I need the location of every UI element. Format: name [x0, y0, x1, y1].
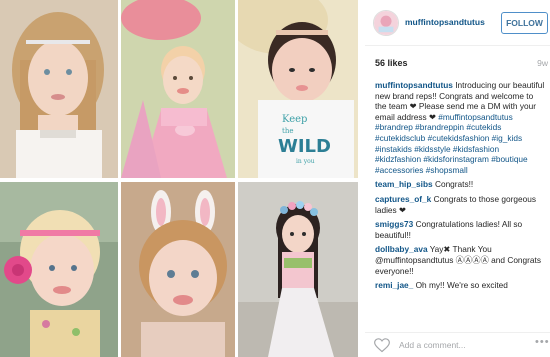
svg-text:in you: in you — [296, 158, 315, 165]
heart-icon[interactable] — [374, 338, 390, 353]
svg-text:Keep: Keep — [282, 114, 307, 125]
likes-count[interactable]: 56 likes — [375, 58, 408, 68]
photo-baby-wild-shirt: Keep the WILD in you — [238, 0, 358, 178]
black-heart-emoji-icon: ❤ — [409, 101, 417, 112]
caption: muffintopsandtutus Introducing our beaut… — [375, 80, 547, 175]
add-comment-input[interactable]: Add a comment... — [399, 340, 466, 350]
post-footer: Add a comment... ••• — [365, 332, 550, 357]
svg-text:the: the — [282, 127, 293, 135]
comment-user[interactable]: dollbaby_ava — [375, 244, 428, 254]
comments-list: muffintopsandtutus Introducing our beaut… — [375, 80, 547, 328]
comment-user[interactable]: team_hip_sibs — [375, 179, 433, 189]
follow-button[interactable]: FOLLOW — [501, 12, 548, 34]
photo-girl-headband — [0, 0, 118, 178]
comment-text: Congrats!! — [432, 179, 474, 190]
svg-text:WILD: WILD — [278, 136, 331, 157]
comment-item: captures_of_k Congrats to those gorgeous… — [375, 194, 547, 215]
comment-item: team_hip_sibs Congrats!! — [375, 179, 547, 190]
photo-collage[interactable]: Keep the WILD in you — [0, 0, 360, 357]
post-header: muffintopsandtutus FOLLOW — [365, 0, 550, 46]
photo-toddler-bunny-ears — [121, 182, 235, 357]
post-time[interactable]: 9w — [537, 58, 548, 68]
comment-user[interactable]: remi_jae_ — [375, 280, 413, 290]
comment-item: dollbaby_ava Yay✖ Thank You @muffintopsa… — [375, 244, 547, 276]
comment-user[interactable]: smiggs73 — [375, 219, 413, 229]
comment-item: smiggs73 Congratulations ladies! All so … — [375, 219, 547, 240]
username-link[interactable]: muffintopsandtutus — [405, 17, 485, 27]
black-heart-emoji-icon: ❤ — [428, 111, 436, 122]
comment-item: remi_jae_ Oh my!! We're so excited — [375, 280, 547, 291]
more-options-icon[interactable]: ••• — [535, 336, 550, 348]
caption-user[interactable]: muffintopsandtutus — [375, 80, 453, 90]
likes-row: 56 likes 9w — [375, 58, 550, 70]
photo-girl-flower-crown — [238, 182, 358, 357]
photo-toddler-flower — [0, 182, 118, 357]
comment-user[interactable]: captures_of_k — [375, 194, 431, 204]
post-side-panel: muffintopsandtutus FOLLOW 56 likes 9w mu… — [365, 0, 550, 357]
comment-text: Oh my!! We're so excited — [413, 280, 508, 291]
photo-toddler-balloon — [121, 0, 235, 178]
avatar[interactable] — [373, 10, 399, 36]
black-heart-emoji-icon: ❤ — [398, 204, 406, 215]
